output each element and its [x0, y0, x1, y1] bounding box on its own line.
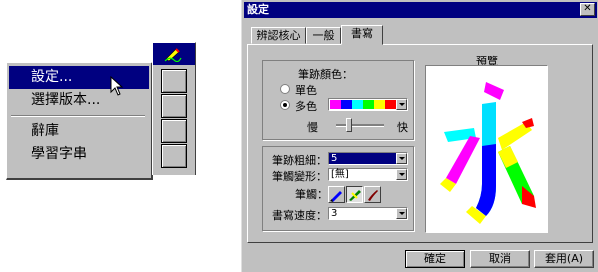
palette-color-swatch [374, 100, 385, 109]
preview-character-drawing [440, 82, 536, 224]
chevron-down-icon [396, 169, 407, 180]
multi-color-label: 多色 [295, 100, 317, 113]
palette-color-swatch [330, 100, 341, 109]
context-menu: 設定... 選擇版本... 辭庫 學習字串 [6, 62, 153, 180]
toolbar-button-4[interactable] [161, 144, 187, 168]
pen-width-label: 筆跡粗細： [272, 154, 327, 167]
brush-quill-button[interactable] [346, 186, 363, 203]
tab-general[interactable]: 一般 [306, 27, 341, 44]
input-toolbar [152, 42, 196, 175]
write-speed-label: 書寫速度： [272, 209, 327, 222]
brush-label: 筆觸： [295, 188, 328, 201]
pen-color-label: 筆跡顏色： [298, 68, 353, 81]
apply-button[interactable]: 套用(A) [534, 250, 594, 268]
toolbar-header[interactable] [153, 43, 195, 65]
chevron-down-icon [396, 208, 407, 219]
slow-label: 慢 [307, 121, 318, 134]
palette-color-swatch [363, 100, 374, 109]
single-color-label: 單色 [295, 84, 317, 97]
fast-label: 快 [397, 121, 408, 134]
color-palette-swatch [330, 100, 396, 109]
toolbar-button-1[interactable] [161, 69, 187, 93]
quill-icon [349, 190, 361, 201]
toolbar-button-3[interactable] [161, 119, 187, 143]
pen-shape-value: [無] [331, 169, 349, 180]
pen-shape-label: 筆觸變形： [272, 170, 327, 183]
multi-color-radio[interactable] [280, 100, 290, 110]
write-speed-select[interactable]: 3 [328, 207, 408, 220]
pen-width-value: 5 [331, 153, 338, 164]
tab-recognition-core[interactable]: 辨認核心 [251, 27, 306, 44]
toolbar-button-2[interactable] [161, 94, 187, 118]
menu-item-settings[interactable]: 設定... [9, 66, 149, 89]
dialog-title: 設定 [247, 3, 269, 16]
pen-width-select[interactable]: 5 [328, 152, 408, 165]
menu-separator [11, 115, 145, 117]
speed-slider-thumb[interactable] [346, 118, 352, 132]
pen-shape-select[interactable]: [無] [328, 168, 408, 181]
close-button[interactable]: ✕ [580, 3, 595, 16]
chevron-down-icon [396, 153, 407, 164]
single-color-radio[interactable] [280, 84, 290, 94]
palette-color-swatch [385, 100, 396, 109]
dialog-titlebar[interactable]: 設定 [244, 2, 597, 18]
brush-calligraphy-button[interactable] [364, 186, 381, 203]
color-palette-select[interactable] [328, 98, 408, 111]
close-icon: ✕ [583, 3, 592, 14]
menu-item-learn-phrase[interactable]: 學習字串 [9, 143, 149, 166]
handwriting-icon [164, 48, 182, 62]
brush-pen-button[interactable] [328, 186, 345, 203]
palette-color-swatch [341, 100, 352, 109]
mouse-cursor-icon [110, 76, 124, 96]
calligraphy-brush-icon [368, 190, 378, 201]
ok-button[interactable]: 確定 [405, 250, 465, 268]
write-speed-value: 3 [331, 208, 338, 219]
palette-color-swatch [352, 100, 363, 109]
menu-item-dictionary[interactable]: 辭庫 [9, 120, 149, 143]
menu-item-select-version[interactable]: 選擇版本... [9, 89, 149, 112]
pen-nib-icon [330, 191, 342, 202]
preview-canvas [425, 65, 548, 233]
speed-slider-track[interactable] [336, 124, 384, 127]
cancel-button[interactable]: 取消 [470, 250, 530, 268]
tab-writing[interactable]: 書寫 [341, 25, 383, 45]
chevron-down-icon [396, 99, 407, 110]
